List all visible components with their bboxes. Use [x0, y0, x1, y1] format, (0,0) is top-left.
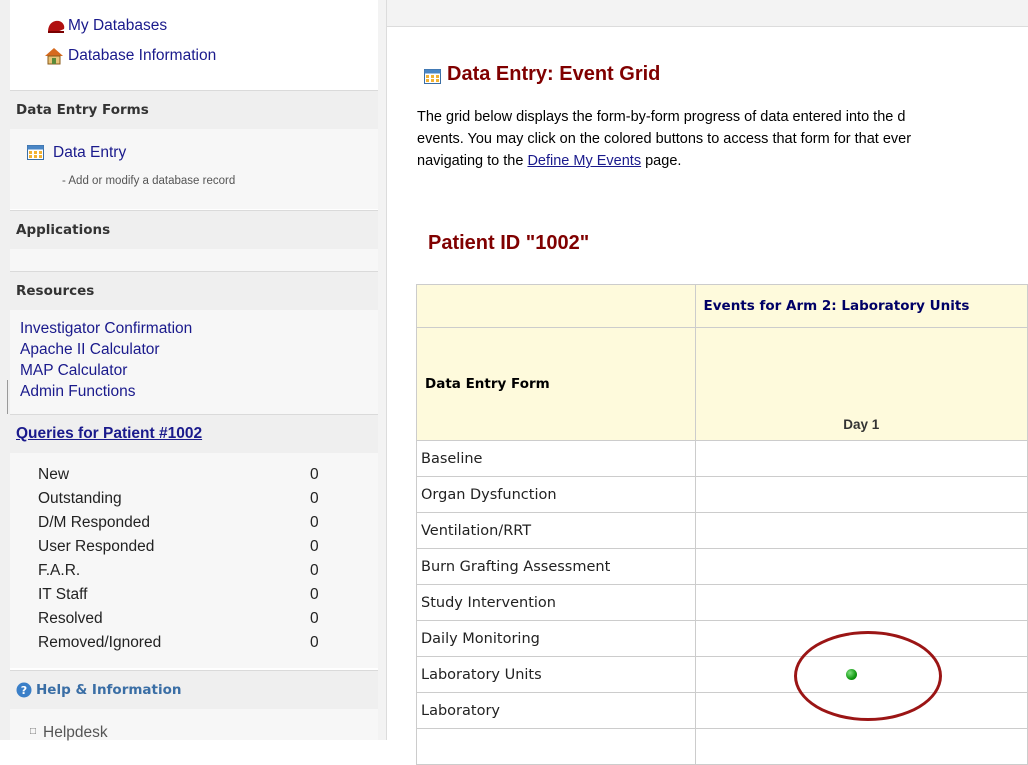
- description-line: The grid below displays the form-by-form…: [417, 109, 906, 125]
- help-header: ? Help & Information: [10, 670, 378, 710]
- query-label: New: [38, 466, 70, 483]
- grid-icon: [424, 69, 441, 84]
- my-databases-link[interactable]: My Databases: [68, 17, 167, 35]
- resize-handle[interactable]: [7, 380, 8, 414]
- resources-section: Investigator Confirmation Apache II Calc…: [10, 310, 378, 414]
- query-label: User Responded: [38, 538, 155, 555]
- queries-header-link[interactable]: Queries for Patient #1002: [16, 425, 202, 443]
- query-count: 0: [310, 490, 319, 507]
- map-calculator-link[interactable]: MAP Calculator: [20, 360, 127, 381]
- form-column-header: Data Entry Form: [416, 327, 696, 441]
- query-count: 0: [310, 538, 319, 555]
- query-count: 0: [310, 562, 319, 579]
- events-header: Events for Arm 2: Laboratory Units: [694, 284, 1028, 328]
- data-entry-forms-section: Data Entry - Add or modify a database re…: [10, 129, 378, 209]
- admin-functions-link[interactable]: Admin Functions: [20, 381, 135, 402]
- bullet-icon: □: [30, 726, 37, 737]
- page-title: Data Entry: Event Grid: [447, 63, 661, 85]
- table-row: Ventilation/RRT: [416, 512, 1028, 549]
- grid-icon: [27, 145, 44, 160]
- table-row: Baseline: [416, 440, 1028, 477]
- helpdesk-link[interactable]: Helpdesk: [43, 724, 108, 742]
- query-label: Outstanding: [38, 490, 122, 507]
- data-entry-link[interactable]: Data Entry: [53, 144, 126, 162]
- query-label: D/M Responded: [38, 514, 151, 531]
- description-line: events. You may click on the colored but…: [417, 131, 912, 147]
- data-entry-forms-header: Data Entry Forms: [10, 90, 378, 130]
- table-row: Burn Grafting Assessment: [416, 548, 1028, 585]
- applications-header: Applications: [10, 210, 378, 250]
- query-count: 0: [310, 514, 319, 531]
- grid-corner-cell: [416, 284, 696, 328]
- form-status-cell[interactable]: [694, 548, 1028, 585]
- query-label: IT Staff: [38, 586, 88, 603]
- apache-calculator-link[interactable]: Apache II Calculator: [20, 339, 160, 360]
- resources-header: Resources: [10, 271, 378, 311]
- house-icon: [45, 48, 63, 65]
- event-grid: Events for Arm 2: Laboratory Units Data …: [416, 284, 1028, 765]
- form-status-cell[interactable]: [694, 476, 1028, 513]
- applications-section: [10, 249, 378, 271]
- patient-heading: Patient ID "1002": [428, 232, 590, 254]
- form-status-cell[interactable]: [694, 656, 1028, 693]
- form-status-cell[interactable]: [694, 440, 1028, 477]
- table-row: Daily Monitoring: [416, 620, 1028, 657]
- query-count: 0: [310, 634, 319, 651]
- query-count: 0: [310, 466, 319, 483]
- database-information-link[interactable]: Database Information: [68, 47, 216, 65]
- queries-section: New 0 Outstanding 0 D/M Responded 0 User Re…: [10, 453, 378, 668]
- svg-text:?: ?: [21, 684, 27, 697]
- table-row: [416, 728, 1028, 765]
- table-row: Laboratory Units: [416, 656, 1028, 693]
- form-status-cell[interactable]: [694, 584, 1028, 621]
- description-line: navigating to the Define My Events page.: [417, 153, 682, 169]
- query-count: 0: [310, 586, 319, 603]
- queries-header: Queries for Patient #1002: [10, 414, 378, 454]
- query-label: Resolved: [38, 610, 103, 627]
- table-row: Laboratory: [416, 692, 1028, 729]
- investigator-confirmation-link[interactable]: Investigator Confirmation: [20, 318, 192, 339]
- sidebar: My Databases Database Information Data E…: [10, 0, 379, 742]
- top-bar: [387, 0, 1028, 27]
- query-count: 0: [310, 610, 319, 627]
- sidebar-gutter: [378, 0, 387, 740]
- table-row: Organ Dysfunction: [416, 476, 1028, 513]
- help-circle-icon: ?: [16, 682, 32, 698]
- form-status-cell[interactable]: [694, 620, 1028, 657]
- table-row: Study Intervention: [416, 584, 1028, 621]
- define-my-events-link[interactable]: Define My Events: [527, 153, 641, 169]
- query-label: F.A.R.: [38, 562, 81, 579]
- data-entry-sublabel: - Add or modify a database record: [62, 175, 236, 187]
- form-status-cell[interactable]: [694, 692, 1028, 729]
- query-label: Removed/Ignored: [38, 634, 162, 651]
- help-section: □ Helpdesk: [10, 709, 378, 742]
- day-header: Day 1: [694, 327, 1028, 441]
- green-status-button[interactable]: [845, 669, 857, 680]
- red-cap-icon: [48, 20, 65, 33]
- form-status-cell[interactable]: [694, 512, 1028, 549]
